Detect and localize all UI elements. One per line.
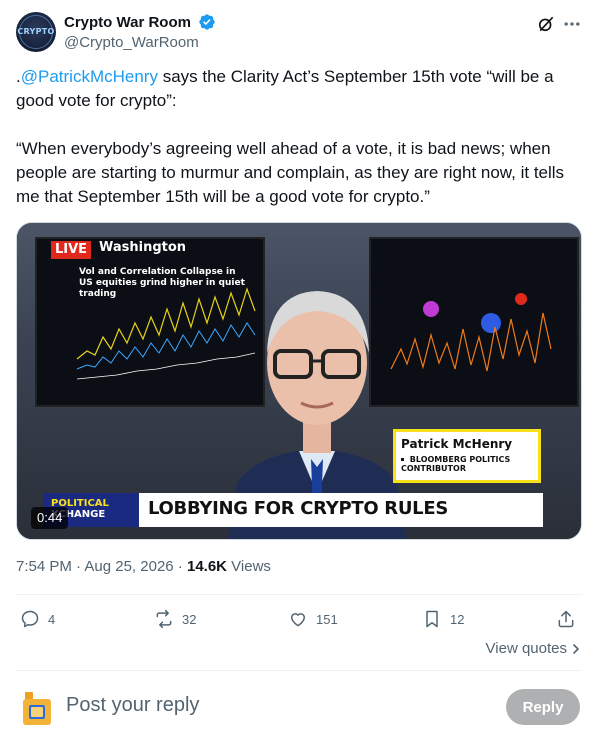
namecard-name: Patrick McHenry (401, 437, 513, 451)
share-icon (558, 610, 574, 628)
divider-bottom (16, 670, 582, 671)
grok-icon[interactable] (536, 14, 556, 34)
post-paragraph-1: .@PatrickMcHenry says the Clarity Act’s … (16, 65, 582, 113)
live-badge: LIVE (51, 241, 92, 259)
meta-separator-2: · (173, 558, 187, 575)
presenter-namecard: Patrick McHenry BLOOMBERG POLITICS CONTR… (393, 429, 541, 483)
more-options-icon[interactable] (562, 14, 582, 34)
post-text: .@PatrickMcHenry says the Clarity Act’s … (16, 65, 582, 233)
namecard-title-line2: CONTRIBUTOR (401, 464, 466, 473)
bookmark-count: 12 (450, 611, 465, 627)
video-duration-badge: 0:44 (31, 507, 69, 529)
lower-third-headline: LOBBYING FOR CRYPTO RULES (148, 498, 449, 519)
repost-icon (156, 609, 172, 629)
author-handle[interactable]: @Crypto_WarRoom (64, 34, 216, 51)
post-actions-bar: 4 32 151 12 (16, 606, 582, 632)
bookmark-button[interactable]: 12 (422, 606, 464, 632)
author-name-block: Crypto War Room @Crypto_WarRoom (64, 13, 216, 51)
view-quotes-label: View quotes (485, 640, 567, 657)
divider-top (16, 594, 582, 595)
post-date[interactable]: Aug 25, 2026 (84, 558, 173, 575)
lower-third-banner: POLITICAL XCHANGE LOBBYING FOR CRYPTO RU… (43, 493, 543, 527)
author-display-name[interactable]: Crypto War Room (64, 14, 191, 31)
video-player[interactable]: LIVE Washington Vol and Correlation Coll… (16, 222, 582, 540)
reply-button[interactable]: 4 (20, 606, 55, 632)
meta-separator: · (71, 558, 85, 575)
repost-button[interactable]: 32 (154, 606, 196, 632)
avatar-logo-text: CRYPTO (17, 27, 55, 36)
post-metadata: 7:54 PM · Aug 25, 2026 · 14.6K Views (16, 558, 271, 575)
post-quote-paragraph: “When everybody’s agreeing well ahead of… (16, 139, 565, 206)
heart-icon (291, 613, 305, 627)
share-button[interactable] (556, 606, 584, 632)
post-time[interactable]: 7:54 PM (16, 558, 72, 575)
live-location: Washington (99, 240, 187, 255)
reply-icon (21, 610, 39, 628)
views-count: 14.6K (186, 558, 228, 575)
views-label: Views (227, 558, 271, 575)
chevron-right-icon (573, 643, 579, 654)
author-avatar[interactable]: CRYPTO (16, 12, 56, 52)
view-quotes-link[interactable]: View quotes (486, 640, 582, 657)
reply-input[interactable]: Post your reply (66, 694, 199, 717)
like-button[interactable]: 151 (288, 606, 338, 632)
bookmark-icon (426, 610, 438, 628)
user-avatar[interactable] (20, 690, 54, 726)
reply-submit-button[interactable]: Reply (506, 689, 580, 725)
post-header: CRYPTO Crypto War Room @Crypto_WarRoom (16, 12, 582, 54)
reply-count: 4 (48, 611, 56, 627)
verified-badge-icon[interactable] (198, 13, 216, 31)
namecard-title-line1: BLOOMBERG POLITICS (409, 455, 511, 464)
reply-composer: Post your reply Reply (16, 686, 582, 728)
like-count: 151 (316, 611, 338, 627)
mention-link[interactable]: @PatrickMcHenry (21, 67, 158, 86)
repost-count: 32 (182, 611, 197, 627)
namecard-title: BLOOMBERG POLITICS CONTRIBUTOR (401, 455, 510, 473)
